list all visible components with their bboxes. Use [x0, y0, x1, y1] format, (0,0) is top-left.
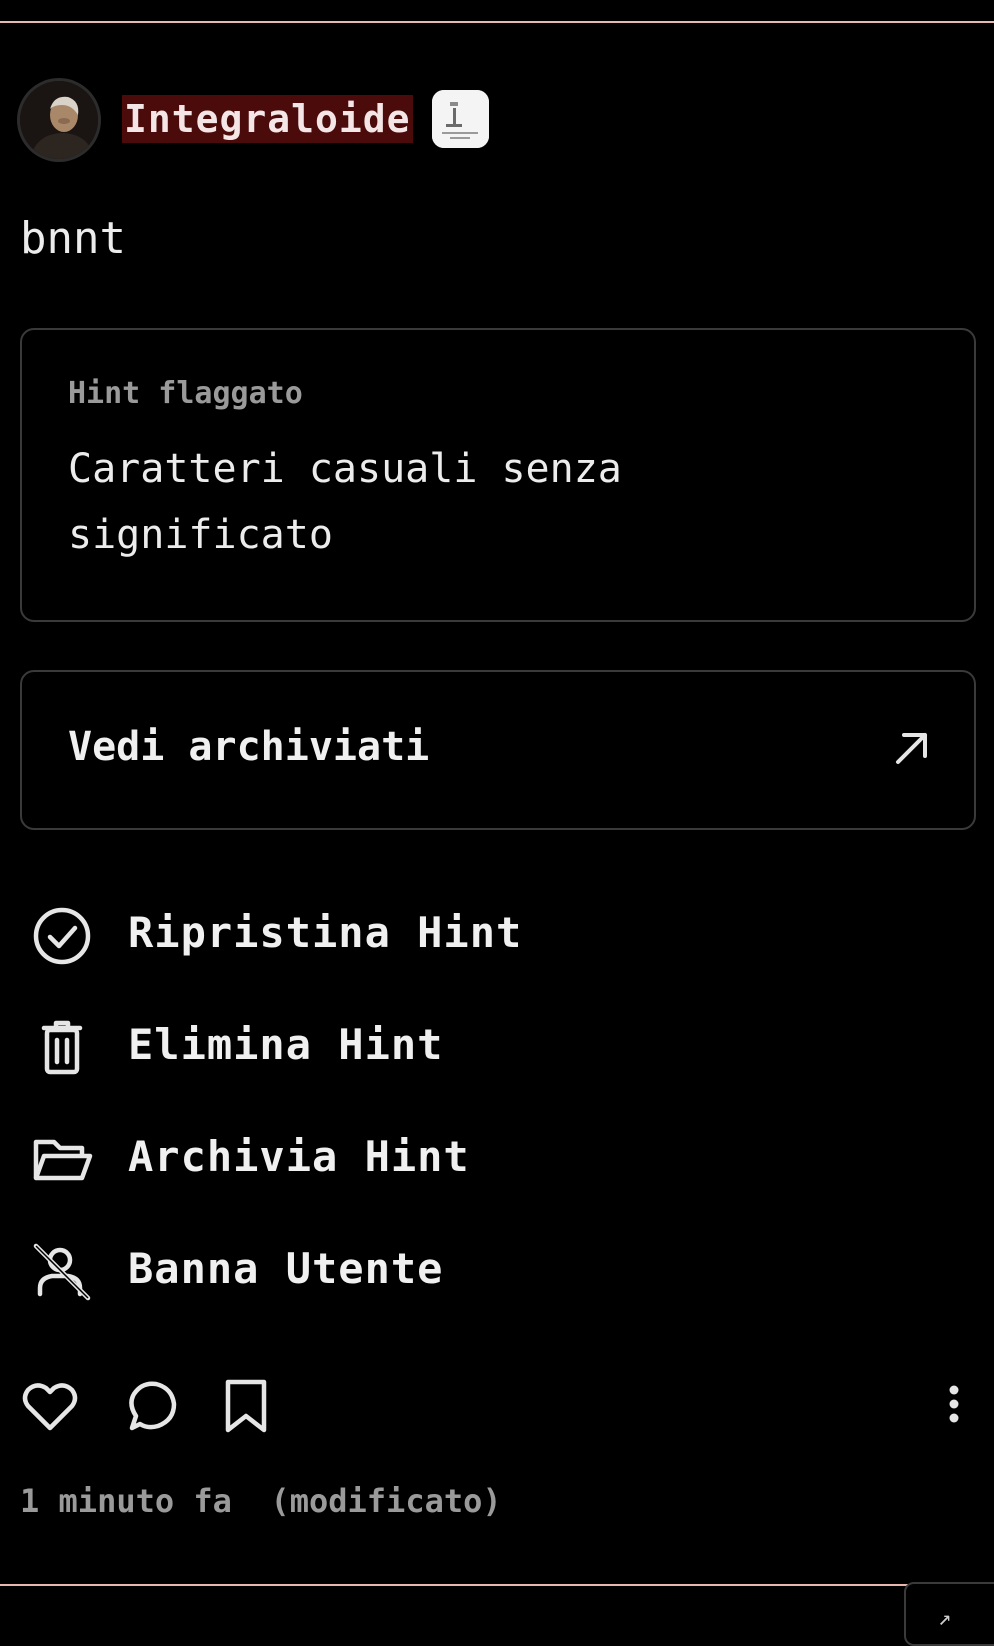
top-divider — [0, 21, 994, 23]
user-badge-icon — [432, 90, 489, 148]
hint-card-label: Hint flaggato — [68, 376, 303, 411]
next-post-card[interactable]: ↗ — [904, 1582, 994, 1646]
view-archived-button[interactable]: Vedi archiviati — [20, 670, 976, 830]
ban-user-label: Banna Utente — [128, 1244, 444, 1293]
post-text: bnnt — [20, 213, 126, 264]
comment-icon[interactable] — [122, 1376, 182, 1436]
user-off-icon — [30, 1240, 94, 1304]
restore-hint-button[interactable]: Ripristina Hint — [30, 892, 630, 972]
hint-card-text: Caratteri casuali senza significato — [68, 446, 622, 558]
edited-label: (modificato) — [270, 1482, 502, 1520]
view-archived-label: Vedi archiviati — [68, 724, 430, 770]
timestamp-text: 1 minuto fa — [20, 1482, 232, 1520]
trash-icon — [30, 1016, 94, 1080]
delete-hint-label: Elimina Hint — [128, 1020, 444, 1069]
username[interactable]: Integraloide — [122, 95, 413, 143]
archive-hint-label: Archivia Hint — [128, 1132, 470, 1181]
avatar[interactable] — [20, 81, 98, 159]
archive-hint-button[interactable]: Archivia Hint — [30, 1116, 630, 1196]
check-circle-icon — [30, 904, 94, 968]
arrow-up-right-icon — [892, 728, 932, 768]
delete-hint-button[interactable]: Elimina Hint — [30, 1004, 630, 1084]
more-vertical-icon[interactable] — [924, 1376, 964, 1436]
folder-open-icon — [30, 1128, 94, 1192]
ban-user-button[interactable]: Banna Utente — [30, 1228, 630, 1308]
restore-hint-label: Ripristina Hint — [128, 908, 523, 957]
heart-icon[interactable] — [20, 1376, 80, 1436]
bottom-divider — [0, 1584, 910, 1586]
post-timestamp: 1 minuto fa (modificato) — [20, 1482, 502, 1520]
bookmark-icon[interactable] — [216, 1376, 276, 1436]
flagged-hint-card: Hint flaggato Caratteri casuali senza si… — [20, 328, 976, 622]
